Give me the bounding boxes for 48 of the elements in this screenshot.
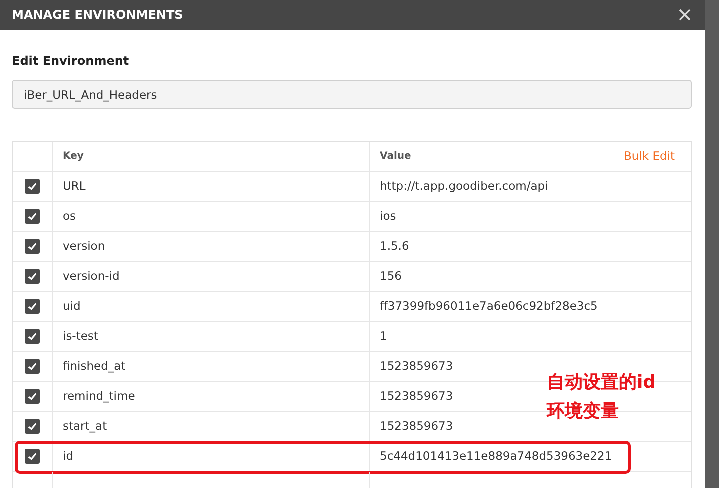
check-icon [27,241,38,252]
check-icon [27,451,38,462]
variable-value: 1523859673 [380,418,454,435]
checkbox[interactable] [25,239,40,254]
checkbox[interactable] [25,389,40,404]
window-title: MANAGE ENVIRONMENTS [12,7,184,24]
variable-key: remind_time [63,388,136,406]
check-icon [27,181,38,192]
checkbox[interactable] [25,299,40,314]
variable-key: finished_at [63,358,126,376]
check-icon [27,271,38,282]
variable-key: URL [63,178,86,196]
environment-name-field[interactable]: iBer_URL_And_Headers [12,80,692,109]
section-label: Edit Environment [12,53,130,70]
checkbox[interactable] [25,359,40,374]
check-icon [27,361,38,372]
variable-key: version [63,238,106,256]
variable-value: 1523859673 [380,358,454,375]
variable-value: 1 [380,328,388,345]
variable-value: ff37399fb96011e7a6e06c92bf28e3c5 [380,298,598,315]
checkbox[interactable] [25,329,40,344]
variable-value: 1.5.6 [380,238,410,255]
variable-value: http://t.app.goodiber.com/api [380,178,548,195]
variable-key: os [63,208,76,226]
variable-key: version-id [63,268,120,286]
variable-value: 1523859673 [380,388,454,405]
variable-value: 5c44d101413e11e889a748d53963e221 [380,448,612,465]
check-icon [27,421,38,432]
check-icon [27,301,38,312]
annotation-text: 环境变量 [547,400,620,424]
check-icon [27,211,38,222]
column-header: Value [380,150,412,164]
checkbox[interactable] [25,269,40,284]
checkbox[interactable] [25,419,40,434]
variable-key: start_at [63,418,108,436]
close-icon[interactable] [679,9,691,21]
column-header: Key [63,150,84,164]
checkbox[interactable] [25,179,40,194]
variable-value: 156 [380,268,402,285]
annotation-text: 自动设置的id [547,371,656,395]
variable-key: id [63,448,74,466]
check-icon [27,331,38,342]
check-icon [27,391,38,402]
variable-key: is-test [63,328,98,346]
checkbox[interactable] [25,449,40,464]
variable-key: uid [63,298,81,316]
checkbox[interactable] [25,209,40,224]
variable-value: ios [380,208,396,225]
